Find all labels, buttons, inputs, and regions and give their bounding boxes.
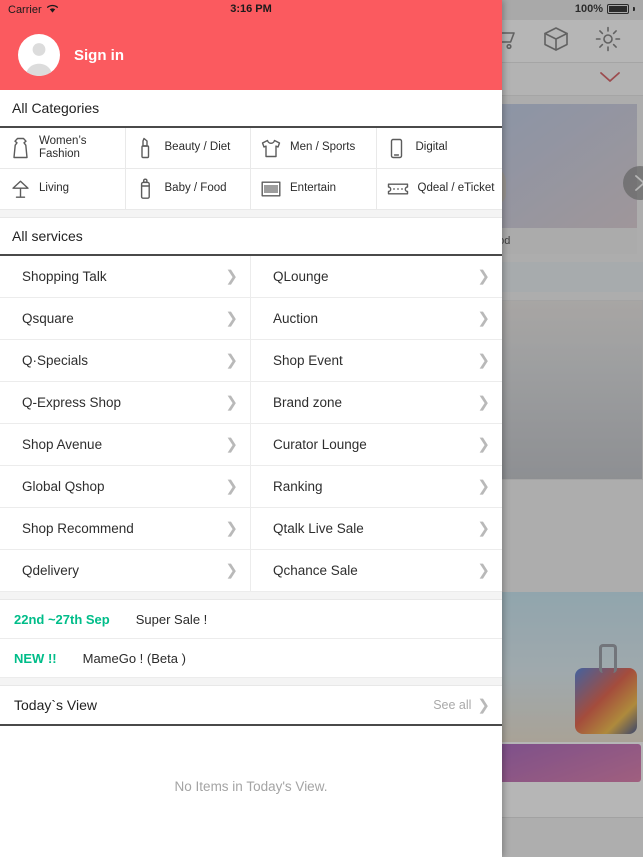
category-item-baby-food[interactable]: Baby / Food xyxy=(125,169,251,210)
drawer-header: Carrier 3:16 PM Sign in xyxy=(0,0,502,90)
categories-section-title: All Categories xyxy=(0,90,502,128)
service-item-shop-recommend[interactable]: Shop Recommend ❯ xyxy=(0,508,251,550)
tshirt-icon xyxy=(261,139,281,158)
chevron-right-icon: ❯ xyxy=(225,394,238,411)
chevron-right-icon: ❯ xyxy=(477,436,490,453)
baby-bottle-icon xyxy=(136,178,156,200)
lipstick-icon xyxy=(136,137,156,159)
service-label: Q-Express Shop xyxy=(22,395,122,410)
see-all-label: See all xyxy=(433,698,472,712)
todays-view-header: Today`s View See all ❯ xyxy=(0,686,502,726)
chevron-right-icon: ❯ xyxy=(225,562,238,579)
chevron-right-icon: ❯ xyxy=(477,310,490,327)
chevron-right-icon: ❯ xyxy=(225,310,238,327)
sign-in-label[interactable]: Sign in xyxy=(74,47,124,64)
category-item-womens-fashion[interactable]: Women’s Fashion xyxy=(0,128,126,169)
chevron-right-icon: ❯ xyxy=(477,352,490,369)
service-label: Qsquare xyxy=(22,311,74,326)
chevron-right-icon: ❯ xyxy=(477,268,490,285)
chevron-right-icon: ❯ xyxy=(225,352,238,369)
section-divider xyxy=(0,592,502,600)
promo-text: Super Sale ! xyxy=(135,611,208,627)
service-label: Shop Recommend xyxy=(22,521,134,536)
lamp-icon xyxy=(10,179,30,199)
chevron-right-icon: ❯ xyxy=(477,696,490,714)
promo-text: MameGo ! (Beta ) xyxy=(82,650,186,666)
service-item-q-express-shop[interactable]: Q-Express Shop ❯ xyxy=(0,382,251,424)
chevron-right-icon: ❯ xyxy=(477,520,490,537)
todays-view-empty-message: No Items in Today's View. xyxy=(174,778,328,794)
service-label: Ranking xyxy=(273,479,323,494)
category-label: Digital xyxy=(415,141,448,154)
section-divider xyxy=(0,678,502,686)
category-item-men-sports[interactable]: Men / Sports xyxy=(251,128,377,169)
category-label: Qdeal / eTicket xyxy=(417,182,495,195)
chevron-right-icon: ❯ xyxy=(477,478,490,495)
sign-in-row[interactable]: Sign in xyxy=(0,20,502,76)
category-item-digital[interactable]: Digital xyxy=(376,128,502,169)
service-item-qtalk-live-sale[interactable]: Qtalk Live Sale ❯ xyxy=(251,508,502,550)
service-item-curator-lounge[interactable]: Curator Lounge ❯ xyxy=(251,424,502,466)
chevron-right-icon: ❯ xyxy=(225,268,238,285)
service-label: Shopping Talk xyxy=(22,269,107,284)
promo-date-tag: 22nd ~27th Sep xyxy=(14,611,110,627)
service-item-global-qshop[interactable]: Global Qshop ❯ xyxy=(0,466,251,508)
category-label: Men / Sports xyxy=(290,141,356,154)
category-label: Entertain xyxy=(290,182,337,195)
service-item-brand-zone[interactable]: Brand zone ❯ xyxy=(251,382,502,424)
clock-label: 3:16 PM xyxy=(230,3,272,15)
services-section-title: All services xyxy=(0,218,502,256)
section-divider xyxy=(0,210,502,218)
service-item-qlounge[interactable]: QLounge ❯ xyxy=(251,256,502,298)
category-item-entertain[interactable]: Entertain xyxy=(251,169,377,210)
chevron-right-icon: ❯ xyxy=(477,394,490,411)
promo-new-tag: NEW !! xyxy=(14,650,57,666)
barcode-icon xyxy=(261,181,281,197)
service-item-qdelivery[interactable]: Qdelivery ❯ xyxy=(0,550,251,592)
service-item-qsquare[interactable]: Qsquare ❯ xyxy=(0,298,251,340)
category-label: Beauty / Diet xyxy=(164,141,231,154)
service-label: Global Qshop xyxy=(22,479,105,494)
service-label: Qchance Sale xyxy=(273,563,358,578)
service-label: Auction xyxy=(273,311,319,326)
service-label: QLounge xyxy=(273,269,329,284)
service-item-shopping-talk[interactable]: Shopping Talk ❯ xyxy=(0,256,251,298)
services-grid: Shopping Talk ❯ QLounge ❯ Qsquare ❯ Auction… xyxy=(0,256,502,592)
chevron-right-icon: ❯ xyxy=(477,562,490,579)
chevron-right-icon: ❯ xyxy=(225,478,238,495)
service-label: Q·Specials xyxy=(22,353,89,368)
app-screen: 100% Carrier 3:16 PM Sign in All Categor… xyxy=(0,0,643,857)
category-label: Living xyxy=(39,182,70,195)
categories-grid: Women’s Fashion Beauty / Diet Men / Spor… xyxy=(0,128,502,210)
service-label: Curator Lounge xyxy=(273,437,367,452)
todays-view-title: Today`s View xyxy=(14,697,98,713)
category-label: Women’s Fashion xyxy=(39,134,87,160)
user-avatar-icon[interactable] xyxy=(18,34,60,76)
service-item-shop-avenue[interactable]: Shop Avenue ❯ xyxy=(0,424,251,466)
category-item-living[interactable]: Living xyxy=(0,169,126,210)
service-label: Qtalk Live Sale xyxy=(273,521,364,536)
service-item-shop-event[interactable]: Shop Event ❯ xyxy=(251,340,502,382)
service-label: Shop Event xyxy=(273,353,343,368)
see-all-button[interactable]: See all ❯ xyxy=(433,698,490,713)
ticket-icon xyxy=(387,181,409,197)
service-item-q-specials[interactable]: Q·Specials ❯ xyxy=(0,340,251,382)
service-item-ranking[interactable]: Ranking ❯ xyxy=(251,466,502,508)
smartphone-icon xyxy=(387,138,407,159)
promo-item-super-sale[interactable]: 22nd ~27th Sep Super Sale ! xyxy=(0,600,502,639)
chevron-right-icon: ❯ xyxy=(225,436,238,453)
service-label: Shop Avenue xyxy=(22,437,103,452)
service-label: Brand zone xyxy=(273,395,343,410)
promo-item-mamego[interactable]: NEW !! MameGo ! (Beta ) xyxy=(0,639,502,678)
service-item-qchance-sale[interactable]: Qchance Sale ❯ xyxy=(251,550,502,592)
service-label: Qdelivery xyxy=(22,563,80,578)
category-item-beauty-diet[interactable]: Beauty / Diet xyxy=(125,128,251,169)
chevron-right-icon: ❯ xyxy=(225,520,238,537)
category-item-qdeal-eticket[interactable]: Qdeal / eTicket xyxy=(376,169,502,210)
side-menu-drawer: Carrier 3:16 PM Sign in All Categories W… xyxy=(0,0,502,857)
service-item-auction[interactable]: Auction ❯ xyxy=(251,298,502,340)
status-bar: Carrier 3:16 PM xyxy=(0,0,502,20)
category-label: Baby / Food xyxy=(164,182,227,195)
dress-icon xyxy=(10,137,30,159)
